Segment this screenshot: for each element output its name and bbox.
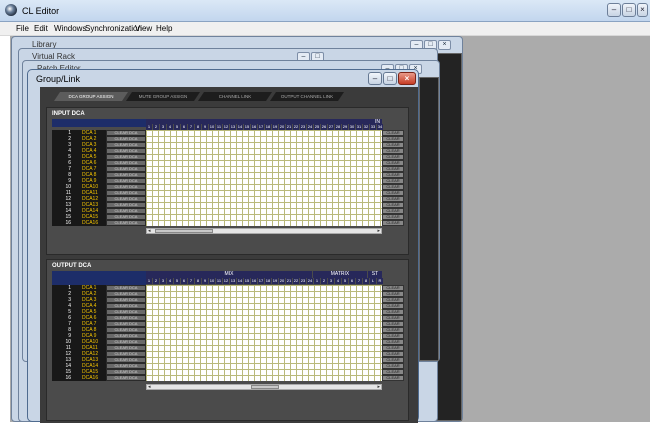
output-dca-title: OUTPUT DCA — [52, 263, 92, 269]
input-dca-title: INPUT DCA — [52, 111, 85, 117]
app-logo-icon — [5, 4, 17, 16]
st-channel-number: L — [370, 278, 376, 284]
mix-channel-number: 20 — [279, 278, 285, 284]
mix-channel-number: 6 — [181, 278, 187, 284]
mix-channel-number: 15 — [244, 278, 250, 284]
menu-file[interactable]: File — [16, 24, 29, 33]
app-minimize-button[interactable]: – — [607, 3, 621, 17]
group-link-title: Group/Link — [36, 74, 81, 84]
group-link-window: Group/Link – □ × DCA GROUP ASSIGN MUTE G… — [27, 69, 419, 423]
tab-dca-group-assign[interactable]: DCA GROUP ASSIGN — [54, 92, 128, 101]
st-channel-number: R — [377, 278, 383, 284]
scroll-left-icon[interactable]: ◂ — [148, 384, 151, 390]
matrix-channel-number: 6 — [349, 278, 355, 284]
scroll-left-icon[interactable]: ◂ — [148, 228, 151, 234]
matrix-channel-number: 1 — [314, 278, 320, 284]
mix-channel-number: 19 — [272, 278, 278, 284]
group-link-maximize-button[interactable]: □ — [383, 72, 397, 85]
dca-number: 16 — [52, 375, 76, 381]
output-dca-rows: 1 DCA 1 CLEAR DCA CLEAR 2 DCA 2 CLEAR DCA CLEAR… — [52, 285, 414, 381]
input-scroll-thumb[interactable] — [155, 229, 213, 233]
mix-channel-number: 4 — [167, 278, 173, 284]
menu-view[interactable]: View — [135, 24, 152, 33]
clear-button[interactable]: CLEAR — [382, 375, 404, 381]
matrix-channel-number: 8 — [363, 278, 369, 284]
menu-synchronization[interactable]: Synchronization — [85, 24, 142, 33]
input-dca-panel: INPUT DCA IN 1 2 3 4 5 6 7 8 9 10 11 12 13 14 15 16 17 18… — [46, 107, 409, 255]
tab-mute-group-assign[interactable]: MUTE GROUP ASSIGN — [126, 92, 200, 101]
mix-channel-number: 1 — [146, 278, 152, 284]
output-dca-scrollbar[interactable]: ◂ ▸ — [146, 384, 382, 390]
input-dca-scrollbar[interactable]: ◂ ▸ — [146, 228, 382, 234]
mix-channel-number: 3 — [160, 278, 166, 284]
matrix-channel-number: 2 — [321, 278, 327, 284]
dca-row: 16 DCA16 CLEAR DCA CLEAR — [52, 220, 414, 226]
mix-channel-number: 22 — [293, 278, 299, 284]
mix-channel-number: 12 — [223, 278, 229, 284]
mix-channel-number: 18 — [265, 278, 271, 284]
group-link-close-button[interactable]: × — [398, 72, 416, 85]
clear-button[interactable]: CLEAR — [382, 220, 404, 226]
output-matrix-header: MATRIX — [313, 271, 367, 278]
scroll-right-icon[interactable]: ▸ — [377, 228, 380, 234]
mix-channel-number: 13 — [230, 278, 236, 284]
mix-channel-number: 24 — [307, 278, 313, 284]
output-scroll-thumb[interactable] — [251, 385, 279, 389]
tab-channel-link[interactable]: CHANNEL LINK — [198, 92, 272, 101]
menu-windows[interactable]: Windows — [54, 24, 86, 33]
mix-channel-number: 11 — [216, 278, 222, 284]
tab-output-channel-link[interactable]: OUTPUT CHANNEL LINK — [270, 92, 344, 101]
output-channel-numbers: 1 2 3 4 5 6 7 8 9 10 11 12 13 14 15 16 17 18 19 20 21 22 23 24 1… — [52, 278, 414, 284]
mix-channel-number: 16 — [251, 278, 257, 284]
dca-name[interactable]: DCA16 — [76, 375, 106, 381]
app-close-button[interactable]: × — [637, 3, 648, 17]
menu-bar: File Edit Windows Synchronization View H… — [0, 22, 650, 36]
input-dca-rows: 1 DCA 1 CLEAR DCA CLEAR 2 DCA 2 CLEAR DCA CLEAR… — [52, 130, 414, 226]
mix-channel-number: 5 — [174, 278, 180, 284]
mix-channel-number: 23 — [300, 278, 306, 284]
clear-dca-button[interactable]: CLEAR DCA — [106, 220, 146, 226]
matrix-channel-number: 7 — [356, 278, 362, 284]
library-close-button[interactable]: × — [438, 40, 451, 50]
mix-channel-number: 17 — [258, 278, 264, 284]
matrix-channel-number: 5 — [342, 278, 348, 284]
dca-row: 16 DCA16 CLEAR DCA CLEAR — [52, 375, 414, 381]
dca-number: 16 — [52, 220, 76, 226]
mix-channel-number: 21 — [286, 278, 292, 284]
mix-channel-number: 10 — [209, 278, 215, 284]
clear-dca-button[interactable]: CLEAR DCA — [106, 375, 146, 381]
app-title: CL Editor — [22, 6, 60, 16]
dca-name[interactable]: DCA16 — [76, 220, 106, 226]
group-link-content: DCA GROUP ASSIGN MUTE GROUP ASSIGN CHANN… — [40, 87, 418, 423]
mix-channel-number: 14 — [237, 278, 243, 284]
group-link-minimize-button[interactable]: – — [368, 72, 382, 85]
patch-editor-pane — [419, 77, 439, 361]
matrix-channel-number: 3 — [328, 278, 334, 284]
output-st-header: ST — [368, 271, 382, 278]
menu-edit[interactable]: Edit — [34, 24, 48, 33]
app-maximize-button[interactable]: □ — [622, 3, 636, 17]
mix-channel-number: 7 — [188, 278, 194, 284]
matrix-channel-number: 4 — [335, 278, 341, 284]
app-title-bar: CL Editor – □ × — [0, 0, 650, 22]
mix-channel-number: 9 — [202, 278, 208, 284]
output-dca-panel: OUTPUT DCA MIX MATRIX ST 1 2 3 4 5 6 7 8 9 10 11 12… — [46, 259, 409, 421]
menu-help[interactable]: Help — [156, 24, 172, 33]
scroll-right-icon[interactable]: ▸ — [377, 384, 380, 390]
output-mix-header: MIX — [146, 271, 312, 278]
mix-channel-number: 2 — [153, 278, 159, 284]
mix-channel-number: 8 — [195, 278, 201, 284]
